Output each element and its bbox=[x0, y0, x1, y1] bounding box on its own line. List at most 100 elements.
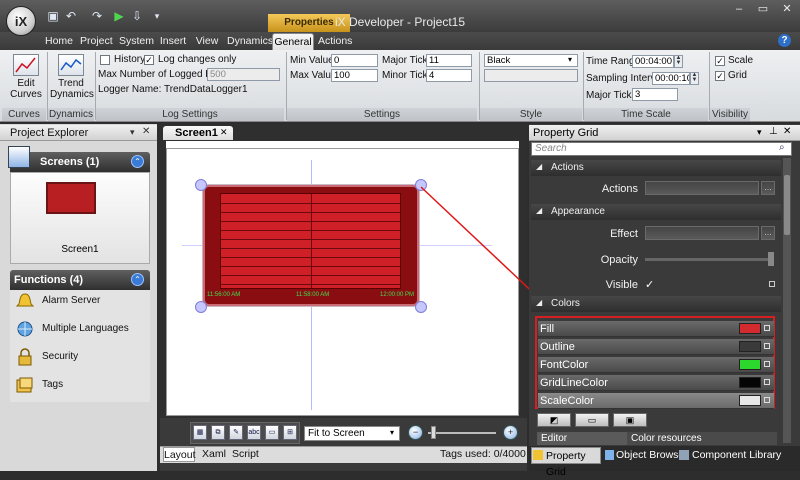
log-changes-checkbox[interactable]: ✓ bbox=[144, 55, 154, 65]
min-value-field[interactable]: 0 bbox=[331, 54, 378, 67]
category-appearance[interactable]: Appearance bbox=[531, 204, 781, 220]
color-row-outline[interactable]: Outline bbox=[538, 339, 774, 355]
solid-brush-icon[interactable]: ▭ bbox=[575, 413, 609, 427]
function-multiple-languages[interactable]: Multiple Languages bbox=[14, 318, 129, 340]
color-row-scalecolor[interactable]: ScaleColor bbox=[538, 393, 774, 409]
panel-close-icon[interactable]: ✕ bbox=[142, 126, 150, 137]
opacity-slider[interactable] bbox=[645, 258, 773, 261]
zoom-select[interactable]: Fit to Screen bbox=[304, 426, 400, 441]
editor-tab[interactable]: Editor bbox=[537, 432, 627, 445]
zoom-in-icon[interactable]: + bbox=[503, 425, 518, 440]
panel-menu-icon[interactable]: ▾ bbox=[130, 127, 135, 138]
search-icon[interactable]: ⌕ bbox=[779, 142, 785, 153]
zoom-out-icon[interactable]: − bbox=[408, 425, 423, 440]
zoom-slider-track[interactable] bbox=[428, 432, 496, 434]
scale-checkbox[interactable]: ✓ bbox=[715, 56, 725, 66]
text-icon[interactable]: abc bbox=[247, 425, 261, 440]
color-swatch[interactable] bbox=[739, 395, 761, 406]
functions-section-header[interactable]: Functions (4) bbox=[10, 270, 150, 290]
color-swatch[interactable] bbox=[739, 341, 761, 352]
opacity-slider-thumb[interactable] bbox=[768, 252, 774, 266]
function-tags[interactable]: Tags bbox=[14, 374, 63, 396]
resize-handle[interactable] bbox=[195, 179, 207, 191]
property-search-input[interactable]: Search bbox=[531, 142, 792, 156]
function-alarm-server[interactable]: Alarm Server bbox=[14, 290, 100, 312]
zoom-slider-thumb[interactable] bbox=[431, 426, 436, 439]
tab-project[interactable]: Project bbox=[80, 33, 113, 50]
help-icon[interactable]: ? bbox=[778, 34, 791, 47]
tab-dynamics[interactable]: Dynamics bbox=[227, 33, 273, 50]
minimize-icon[interactable]: – bbox=[728, 2, 750, 16]
max-value-field[interactable]: 100 bbox=[331, 69, 378, 82]
max-rows-field[interactable]: 500 bbox=[207, 68, 280, 81]
panel-close-icon[interactable]: ✕ bbox=[783, 126, 791, 137]
tab-general[interactable]: General bbox=[272, 33, 314, 50]
time-major-ticks-field[interactable]: 3 bbox=[632, 88, 678, 101]
ellipsis-icon[interactable]: … bbox=[761, 181, 775, 195]
actions-property-value[interactable] bbox=[645, 181, 759, 195]
function-security[interactable]: Security bbox=[14, 346, 78, 368]
panel-menu-icon[interactable]: ▾ bbox=[757, 127, 762, 138]
resize-handle[interactable] bbox=[415, 301, 427, 313]
tab-actions[interactable]: Actions bbox=[318, 33, 352, 50]
tab-close-icon[interactable]: ✕ bbox=[220, 127, 228, 138]
resize-handle[interactable] bbox=[415, 179, 427, 191]
screens-section-header[interactable]: Screens (1) bbox=[10, 152, 150, 172]
sampling-interval-field[interactable]: 00:00:10 bbox=[652, 72, 690, 85]
close-icon[interactable]: ✕ bbox=[776, 2, 798, 16]
tab-system[interactable]: System bbox=[119, 33, 154, 50]
category-colors[interactable]: Colors bbox=[531, 296, 781, 312]
tab-insert[interactable]: Insert bbox=[159, 33, 187, 50]
trend-plot-area bbox=[220, 193, 401, 289]
color-swatch[interactable] bbox=[739, 377, 761, 388]
time-range-field[interactable]: 00:04:00 bbox=[632, 55, 674, 68]
color-row-fontcolor[interactable]: FontColor bbox=[538, 357, 774, 373]
image-brush-icon[interactable]: ▣ bbox=[613, 413, 647, 427]
color-row-fill[interactable]: Fill bbox=[538, 321, 774, 337]
scrollbar-thumb[interactable] bbox=[784, 175, 790, 235]
collapse-icon[interactable]: ⌃ bbox=[131, 155, 144, 168]
effect-property-value[interactable] bbox=[645, 226, 759, 240]
grid-toggle-icon[interactable]: ▦ bbox=[193, 425, 207, 440]
style-secondary-dropdown[interactable] bbox=[484, 69, 578, 82]
tab-view[interactable]: View bbox=[195, 33, 219, 50]
category-actions[interactable]: Actions bbox=[531, 160, 781, 176]
tab-layout[interactable]: Layout bbox=[163, 447, 196, 462]
color-resources-tab[interactable]: Color resources bbox=[627, 432, 777, 445]
expand-icon[interactable]: ◢ bbox=[536, 162, 542, 171]
edit-curves-button[interactable]: Edit Curves bbox=[8, 54, 44, 100]
color-label: Fill bbox=[540, 323, 555, 335]
ellipsis-icon[interactable]: … bbox=[761, 226, 775, 240]
comment-icon[interactable]: ✎ bbox=[229, 425, 243, 440]
layout-icon[interactable]: ⊞ bbox=[283, 425, 297, 440]
expand-icon[interactable]: ◢ bbox=[536, 298, 542, 307]
tab-component-library[interactable]: Component Library bbox=[678, 447, 781, 464]
color-row-gridlinecolor[interactable]: GridLineColor bbox=[538, 375, 774, 391]
color-swatch[interactable] bbox=[739, 323, 761, 334]
major-ticks-field[interactable]: 11 bbox=[426, 54, 472, 67]
trend-dynamics-button[interactable]: Trend Dynamics bbox=[50, 54, 94, 100]
chevron-down-icon: ▾ bbox=[390, 428, 395, 437]
gradient-brush-icon[interactable]: ◩ bbox=[537, 413, 571, 427]
resize-handle[interactable] bbox=[195, 301, 207, 313]
tab-home[interactable]: Home bbox=[44, 33, 74, 50]
canvas-top-strip bbox=[166, 141, 519, 148]
visible-checkbox[interactable]: ✓ bbox=[645, 278, 654, 291]
grid-checkbox[interactable]: ✓ bbox=[715, 71, 725, 81]
pin-icon[interactable]: ⊥ bbox=[769, 126, 778, 137]
color-swatch[interactable] bbox=[739, 359, 761, 370]
style-dropdown[interactable]: Black bbox=[484, 54, 578, 67]
expand-icon[interactable]: ◢ bbox=[536, 206, 542, 215]
align-icon[interactable]: ⧉ bbox=[211, 425, 225, 440]
tab-xaml[interactable]: Xaml bbox=[202, 447, 226, 462]
app-logo[interactable]: iX bbox=[6, 6, 36, 36]
sampling-interval-spinner[interactable]: ▲ ▼ bbox=[690, 72, 699, 85]
screen-icon[interactable]: ▭ bbox=[265, 425, 279, 440]
time-range-spinner[interactable]: ▲ ▼ bbox=[674, 55, 683, 68]
maximize-icon[interactable]: ▭ bbox=[752, 2, 774, 16]
history-checkbox[interactable] bbox=[100, 55, 110, 65]
minor-ticks-field[interactable]: 4 bbox=[426, 69, 472, 82]
tab-script[interactable]: Script bbox=[232, 447, 259, 462]
collapse-icon[interactable]: ⌃ bbox=[131, 273, 144, 286]
tab-object-browser[interactable]: Object Browser bbox=[604, 447, 688, 464]
